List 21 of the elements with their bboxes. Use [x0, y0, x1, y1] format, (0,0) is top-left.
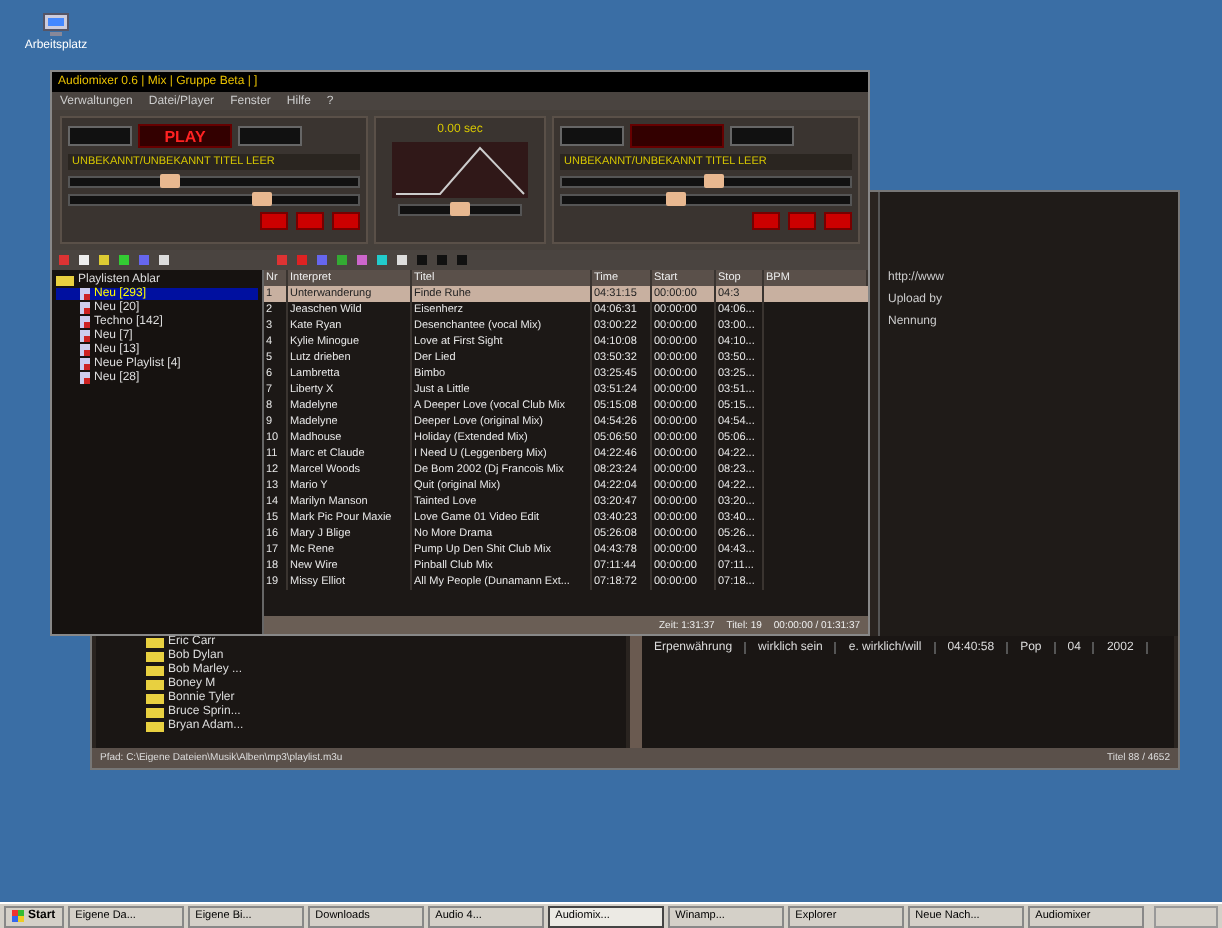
slider-track[interactable]: [560, 176, 852, 188]
windows-icon: [12, 910, 24, 922]
slider-thumb[interactable]: [665, 192, 686, 206]
counter-display: [68, 126, 132, 146]
crossfade-curve: [392, 142, 528, 198]
slider-thumb[interactable]: [251, 192, 272, 206]
slider-track[interactable]: [560, 194, 852, 206]
counter-display: [238, 126, 302, 146]
counter-display: [560, 126, 624, 146]
status-display: PLAY: [138, 124, 232, 148]
computer-icon[interactable]: [42, 12, 70, 38]
slider-thumb[interactable]: [450, 202, 471, 216]
counter-display: [730, 126, 794, 146]
system-tray: [1154, 905, 1218, 927]
slider-track[interactable]: [68, 194, 360, 206]
slider-thumb[interactable]: [160, 174, 181, 188]
status-display: [630, 124, 724, 148]
crossfader[interactable]: [398, 204, 522, 216]
folder-icon: [56, 274, 74, 286]
slider-track[interactable]: [68, 176, 360, 188]
slider-thumb[interactable]: [704, 174, 725, 188]
